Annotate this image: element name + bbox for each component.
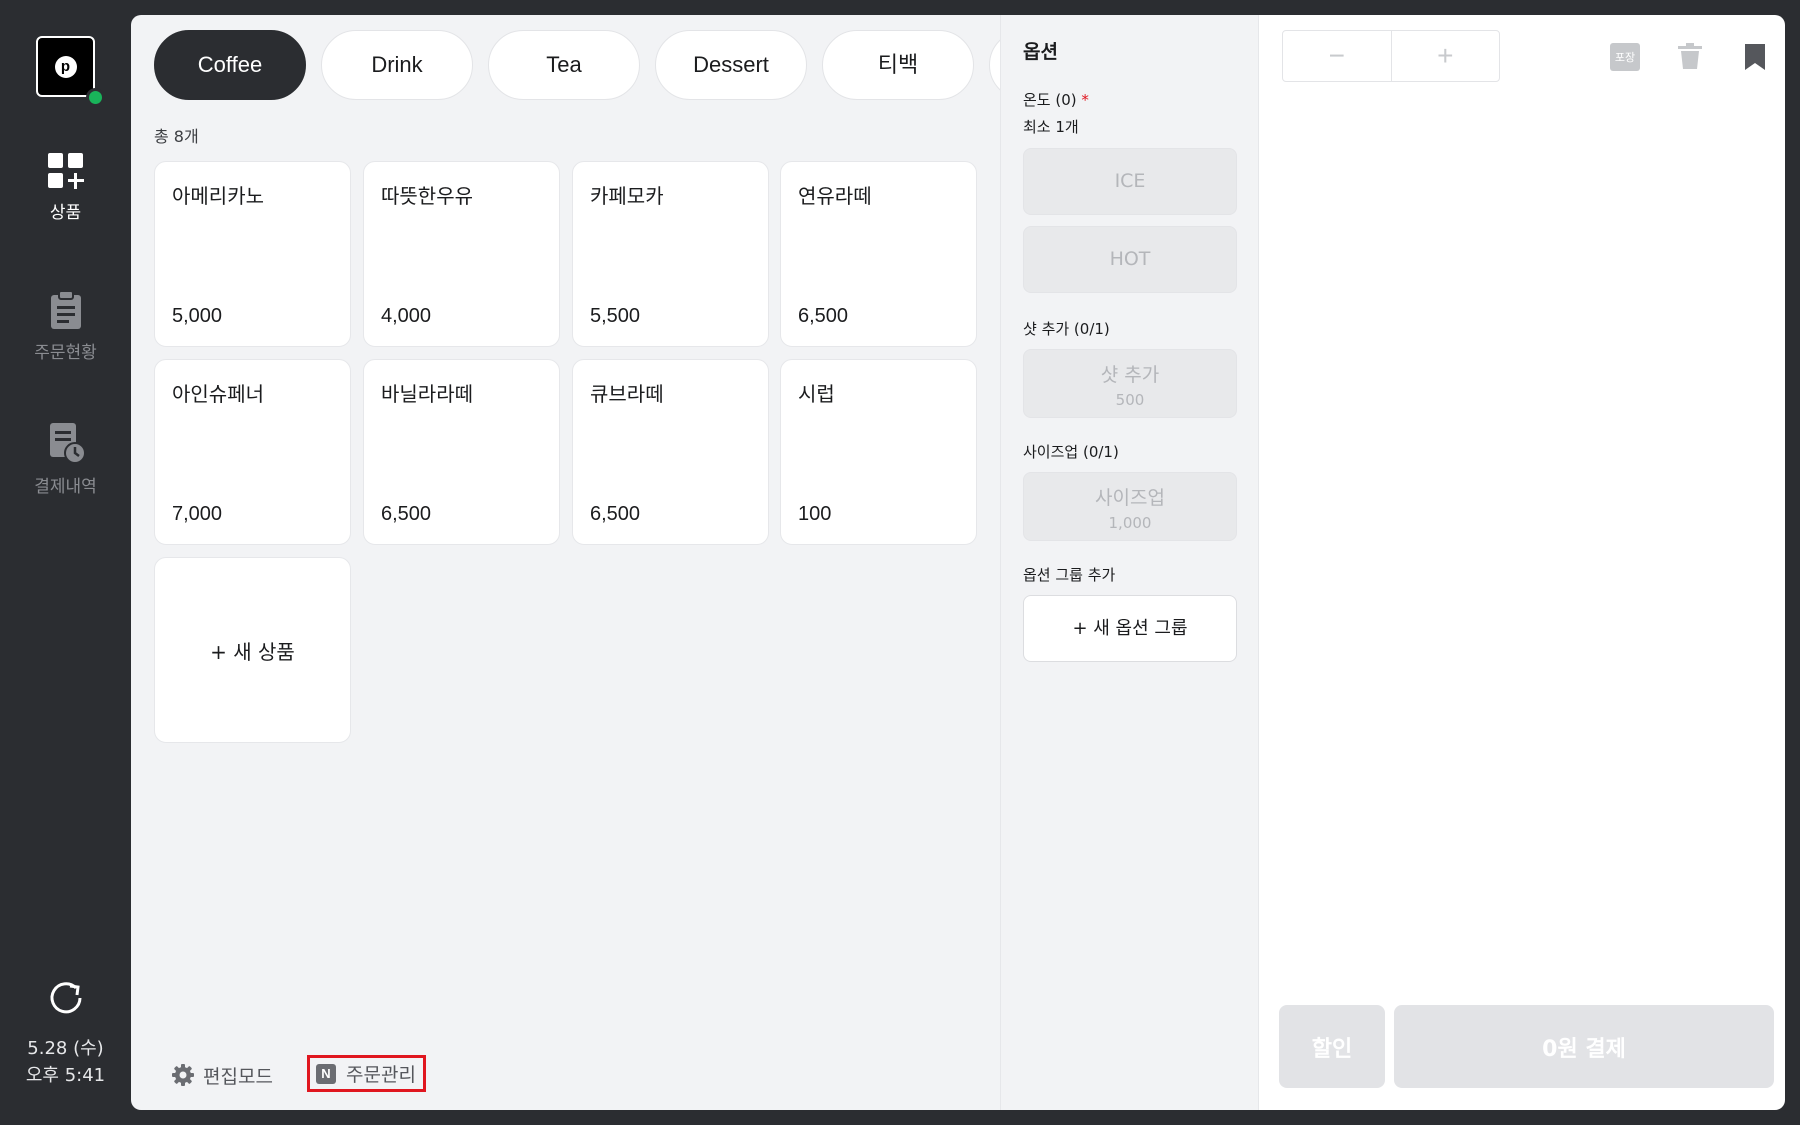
store-logo[interactable]: p <box>36 36 105 107</box>
option-ice-label: ICE <box>1114 170 1146 192</box>
option-size-up[interactable]: 사이즈업 1,000 <box>1023 472 1237 541</box>
logo-mark: p <box>54 55 77 78</box>
product-price: 6,500 <box>590 503 641 525</box>
edit-mode-button[interactable]: 편집모드 <box>171 1055 273 1095</box>
product-price: 4,000 <box>381 305 432 327</box>
tab-dessert[interactable]: Dessert <box>655 30 807 100</box>
gear-icon <box>172 1064 194 1086</box>
decrease-button[interactable]: − <box>1283 31 1392 81</box>
new-product-button[interactable]: + 새 상품 <box>154 557 351 743</box>
product-panel: Coffee Drink Tea Dessert 티백 총 8개 아메리카노 5… <box>131 15 1000 1110</box>
option-hot[interactable]: HOT <box>1023 226 1237 293</box>
discount-button[interactable]: 할인 <box>1279 1005 1385 1088</box>
cart-panel: − + 포장 할인 0원 결제 <box>1259 15 1785 1110</box>
order-management-button[interactable]: N 주문관리 <box>307 1055 426 1092</box>
tab-drink[interactable]: Drink <box>321 30 473 100</box>
required-mark: * <box>1081 91 1089 109</box>
increase-button[interactable]: + <box>1392 31 1500 81</box>
product-price: 100 <box>798 503 832 525</box>
product-count: 총 8개 <box>154 127 199 146</box>
options-panel: 옵션 온도 (0) * 최소 1개 ICE HOT 샷 추가 (0/1) 샷 추… <box>1000 15 1259 1110</box>
bookmark-icon[interactable] <box>1744 43 1766 71</box>
datetime: 5.28 (수) 오후 5:41 <box>0 1035 131 1089</box>
product-name: 바닐라라떼 <box>381 382 473 406</box>
sidebar: p 상품 주문현황 결제내역 5.28 (수) 오후 5:41 <box>0 0 131 1125</box>
product-card[interactable]: 큐브라떼 6,500 <box>572 359 769 545</box>
shot-group-label: 샷 추가 (0/1) <box>1023 320 1110 338</box>
product-card[interactable]: 따뜻한우유 4,000 <box>363 161 560 347</box>
new-option-group-button[interactable]: + 새 옵션 그룹 <box>1023 595 1237 662</box>
online-status-dot <box>86 88 105 107</box>
product-card[interactable]: 연유라떼 6,500 <box>780 161 977 347</box>
product-price: 7,000 <box>172 503 223 525</box>
product-name: 아인슈페너 <box>172 382 264 406</box>
options-title: 옵션 <box>1023 41 1058 63</box>
edit-mode-label: 편집모드 <box>203 1065 273 1088</box>
product-card[interactable]: 아인슈페너 7,000 <box>154 359 351 545</box>
product-card[interactable]: 아메리카노 5,000 <box>154 161 351 347</box>
nav-label-order-status: 주문현황 <box>34 343 97 363</box>
product-price: 6,500 <box>798 305 849 327</box>
size-group-label: 사이즈업 (0/1) <box>1023 443 1119 461</box>
temperature-label-text: 온도 (0) <box>1023 91 1077 109</box>
time-text: 오후 5:41 <box>25 1065 106 1086</box>
product-name: 따뜻한우유 <box>381 184 473 208</box>
product-card[interactable]: 바닐라라떼 6,500 <box>363 359 560 545</box>
naver-n-icon: N <box>316 1063 336 1084</box>
option-shot[interactable]: 샷 추가 500 <box>1023 349 1237 418</box>
product-name: 카페모카 <box>590 184 664 208</box>
tab-tea[interactable]: Tea <box>488 30 640 100</box>
product-price: 5,000 <box>172 305 223 327</box>
clipboard-icon <box>50 290 81 329</box>
nav-item-order-status[interactable]: 주문현황 <box>0 290 131 363</box>
temperature-group-label: 온도 (0) * <box>1023 89 1089 110</box>
product-price: 5,500 <box>590 305 641 327</box>
product-name: 아메리카노 <box>172 184 264 208</box>
nav-label-payment-history: 결제내역 <box>34 477 97 497</box>
product-card[interactable]: 카페모카 5,500 <box>572 161 769 347</box>
option-size-price: 1,000 <box>1108 514 1152 532</box>
product-card[interactable]: 시럽 100 <box>780 359 977 545</box>
quantity-stepper: − + <box>1282 30 1500 82</box>
date-text: 5.28 (수) <box>27 1038 104 1059</box>
tab-teabag[interactable]: 티백 <box>822 30 974 100</box>
option-hot-label: HOT <box>1109 248 1151 270</box>
product-price: 6,500 <box>381 503 432 525</box>
tab-more[interactable] <box>989 30 1000 100</box>
option-ice[interactable]: ICE <box>1023 148 1237 215</box>
product-name: 시럽 <box>798 382 835 406</box>
product-name: 큐브라떼 <box>590 382 664 406</box>
order-management-label: 주문관리 <box>346 1064 416 1086</box>
receipt-clock-icon <box>49 423 86 464</box>
pay-button[interactable]: 0원 결제 <box>1394 1005 1774 1088</box>
nav-item-payment-history[interactable]: 결제내역 <box>0 422 131 497</box>
nav-label-products: 상품 <box>49 203 82 223</box>
refresh-icon[interactable] <box>48 980 84 1016</box>
option-shot-price: 500 <box>1115 391 1145 409</box>
nav-item-products[interactable]: 상품 <box>0 152 131 223</box>
category-tabs: Coffee Drink Tea Dessert 티백 <box>154 30 1000 100</box>
add-option-group-label: 옵션 그룹 추가 <box>1023 566 1116 584</box>
option-shot-name: 샷 추가 <box>1100 364 1160 386</box>
takeout-button[interactable]: 포장 <box>1610 43 1640 71</box>
option-size-name: 사이즈업 <box>1095 487 1165 509</box>
temperature-min-label: 최소 1개 <box>1023 118 1079 136</box>
product-name: 연유라떼 <box>798 184 872 208</box>
trash-icon[interactable] <box>1677 42 1703 70</box>
product-grid-add-icon <box>47 153 84 189</box>
tab-coffee[interactable]: Coffee <box>154 30 306 100</box>
